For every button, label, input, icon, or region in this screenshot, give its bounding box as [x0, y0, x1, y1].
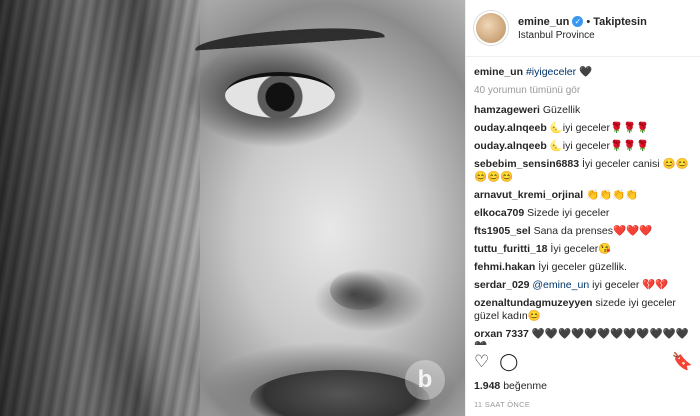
comment-username[interactable]: tuttu_furitti_18 — [474, 243, 548, 255]
comment-text: 🌜iyi geceler🌹🌹🌹 — [549, 140, 650, 152]
heart-icon[interactable]: ♡ — [474, 353, 489, 371]
comment-mention[interactable]: @emine_un — [532, 279, 589, 291]
comment-username[interactable]: fts1905_sel — [474, 225, 531, 237]
header-username[interactable]: emine_un — [518, 16, 569, 28]
location-link[interactable]: Istanbul Province — [518, 30, 647, 41]
verified-badge-icon: ✓ — [572, 16, 584, 27]
caption: emine_un #iyigeceler 🖤 — [474, 65, 692, 79]
likes-label: beğenme — [503, 380, 547, 392]
comment-username[interactable]: elkoca709 — [474, 207, 524, 219]
comment-username[interactable]: ouday.alnqeeb — [474, 140, 547, 152]
comment-text: iyi geceler 💔💔 — [592, 279, 669, 291]
comment: hamzageweri Güzellik — [474, 104, 692, 117]
load-more-comments-link[interactable]: 40 yorumun tümünü gör — [474, 85, 692, 96]
comment: serdar_029 @emine_un iyi geceler 💔💔 — [474, 279, 692, 292]
comments-list: emine_un #iyigeceler 🖤 40 yorumun tümünü… — [466, 57, 700, 345]
comment-username[interactable]: hamzageweri — [474, 104, 540, 116]
comment-username[interactable]: ozenaltundagmuzeyyen — [474, 297, 592, 309]
header-line: emine_un ✓ • Takiptesin — [518, 16, 647, 28]
caption-username[interactable]: emine_un — [474, 66, 523, 78]
comment: ouday.alnqeeb 🌜iyi geceler🌹🌹🌹 — [474, 122, 692, 135]
post-header: emine_un ✓ • Takiptesin Istanbul Provinc… — [466, 0, 700, 57]
comment-text: İyi geceler😘 — [550, 243, 612, 255]
follow-status-button[interactable]: Takiptesin — [593, 16, 647, 28]
caption-emoji: 🖤 — [579, 66, 593, 78]
comment-username[interactable]: ouday.alnqeeb — [474, 122, 547, 134]
comment: fehmi.hakan İyi geceler güzellik. — [474, 261, 692, 274]
nose-shadow — [330, 270, 390, 310]
comment-text: 🌜iyi geceler🌹🌹🌹 — [549, 122, 650, 134]
action-bar: ♡ ◯ 🔖 — [474, 353, 693, 371]
comment: orxan 7337 🖤🖤🖤🖤🖤🖤🖤🖤🖤🖤🖤🖤🖤 — [474, 328, 692, 345]
comment: tuttu_furitti_18 İyi geceler😘 — [474, 243, 692, 256]
watermark-logo: b — [405, 360, 445, 400]
comment-username[interactable]: sebebim_sensin6883 — [474, 158, 579, 170]
comment: fts1905_sel Sana da prenses❤️❤️❤️ — [474, 225, 692, 238]
comment: ouday.alnqeeb 🌜iyi geceler🌹🌹🌹 — [474, 140, 692, 153]
comment-text: İyi geceler güzellik. — [538, 261, 627, 273]
bookmark-icon[interactable]: 🔖 — [672, 353, 693, 371]
comment-username[interactable]: serdar_029 — [474, 279, 529, 291]
comment: sebebim_sensin6883 İyi geceler canisi 😊😊… — [474, 158, 692, 184]
comment-bubble-icon[interactable]: ◯ — [499, 353, 518, 371]
caption-hashtag[interactable]: #iyigeceler — [526, 66, 576, 78]
likes-number: 1.948 — [474, 380, 501, 392]
avatar[interactable] — [474, 11, 508, 45]
eye — [225, 72, 335, 118]
comment-username[interactable]: fehmi.hakan — [474, 261, 535, 273]
post-timestamp: 11 SAAT ÖNCE — [474, 400, 531, 409]
lips — [250, 370, 430, 416]
separator-dot: • — [586, 15, 591, 28]
comment-text: 👏👏👏👏 — [586, 189, 639, 201]
comment: arnavut_kremi_orjinal 👏👏👏👏 — [474, 189, 692, 202]
post-side-panel: emine_un ✓ • Takiptesin Istanbul Provinc… — [465, 0, 700, 416]
likes-count[interactable]: 1.948 beğenme — [474, 380, 547, 392]
comment-text: Sizede iyi geceler — [527, 207, 610, 219]
eyebrow — [194, 23, 386, 63]
comment-username[interactable]: arnavut_kremi_orjinal — [474, 189, 583, 201]
comment-text: Sana da prenses❤️❤️❤️ — [533, 225, 653, 237]
post-photo[interactable]: b — [0, 0, 465, 416]
comment-username[interactable]: orxan 7337 — [474, 328, 529, 340]
header-info: emine_un ✓ • Takiptesin Istanbul Provinc… — [518, 16, 647, 41]
comment: elkoca709 Sizede iyi geceler — [474, 207, 692, 220]
hair-shading — [0, 0, 200, 416]
comment-text: Güzellik — [542, 104, 581, 116]
comment: ozenaltundagmuzeyyen sizede iyi geceler … — [474, 297, 692, 323]
